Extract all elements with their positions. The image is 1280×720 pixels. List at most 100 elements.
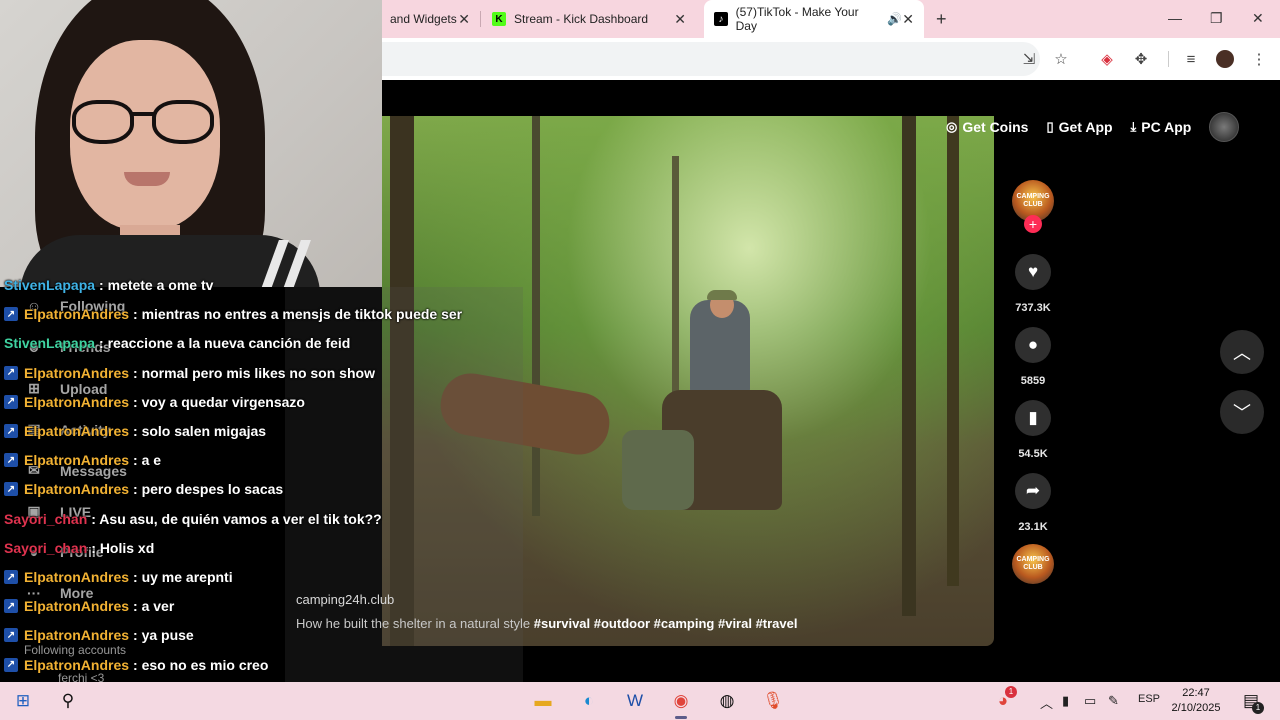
like-button[interactable]: ♥ [1015, 254, 1051, 290]
chat-badge-icon: ↗ [4, 394, 18, 409]
microphone-icon[interactable]: 🎙 [758, 686, 788, 716]
chat-username[interactable]: Sayori_chan [4, 540, 87, 556]
tab-label: and Widgets [390, 12, 457, 26]
word-icon[interactable]: W [620, 686, 650, 716]
language-indicator[interactable]: ESP [1138, 693, 1160, 705]
follow-plus-icon[interactable]: + [1024, 215, 1042, 233]
chat-username[interactable]: StivenLapapa [4, 335, 95, 351]
chat-username[interactable]: ElpatronAndres [24, 306, 129, 322]
close-tab-icon[interactable]: ✕ [458, 11, 470, 28]
tab-widgets[interactable]: and Widgets ✕ [380, 0, 480, 38]
chat-text: : Asu asu, de quién vamos a ver el tik t… [91, 510, 382, 527]
chat-username[interactable]: ElpatronAndres [24, 423, 129, 439]
system-clock[interactable]: 22:47 2/10/2025 [1168, 686, 1224, 716]
comment-button[interactable]: ● [1015, 327, 1051, 363]
tree-trunk [947, 116, 959, 586]
man-hat [707, 290, 737, 300]
media-controls-icon[interactable]: ≡ [1182, 50, 1200, 68]
file-explorer-icon[interactable]: ▬ [528, 686, 558, 716]
chat-username[interactable]: ElpatronAndres [24, 365, 129, 381]
chat-username[interactable]: ElpatronAndres [24, 657, 129, 673]
edge-icon[interactable]: ◐ [574, 686, 604, 716]
close-tab-icon[interactable]: ✕ [674, 11, 686, 28]
pc-app-button[interactable]: ⤓ PC App [1131, 119, 1192, 135]
bookmark-icon: ▮ [1028, 408, 1038, 427]
pen-icon[interactable]: ✎ [1108, 693, 1119, 709]
music-disc-text: CAMPING CLUB [1016, 556, 1050, 571]
chat-badge-icon: ↗ [4, 365, 18, 380]
video-hashtags[interactable]: #survival #outdoor #camping #viral #trav… [534, 616, 798, 631]
tree-trunk [532, 116, 540, 516]
comment-bubble-icon: ● [1027, 335, 1039, 354]
save-count: 54.5K [1018, 448, 1048, 460]
next-video-button[interactable]: ﹀ [1220, 390, 1264, 434]
chat-text: : a ver [133, 598, 175, 615]
like-count: 737.3K [1015, 302, 1051, 314]
share-count: 23.1K [1018, 521, 1048, 533]
chat-username[interactable]: ElpatronAndres [24, 394, 129, 410]
chat-text: : uy me arepnti [133, 569, 233, 585]
chat-username[interactable]: StivenLapapa [4, 277, 95, 293]
following-accounts-heading: Following accounts [24, 643, 127, 657]
new-tab-button[interactable]: + [936, 9, 947, 30]
chat-message: ↗ ElpatronAndres: voy a quedar virgensazo [4, 394, 305, 410]
heart-icon: ♥ [1027, 262, 1039, 281]
music-disc[interactable]: CAMPING CLUB [1012, 544, 1054, 584]
chat-text: : metete a ome tv [99, 277, 214, 293]
chat-username[interactable]: ElpatronAndres [24, 598, 129, 614]
close-window-button[interactable]: ✕ [1252, 10, 1264, 27]
notification-count: 1 [1252, 702, 1264, 714]
chat-message: ↗ ElpatronAndres: ya puse [4, 627, 194, 643]
previous-video-button[interactable]: ︿ [1220, 330, 1264, 374]
extension-shield-icon[interactable]: ◈ [1098, 50, 1116, 68]
search-icon[interactable]: ⚲ [53, 686, 83, 716]
user-avatar[interactable] [1209, 112, 1240, 142]
menu-kebab-icon[interactable]: ⋮ [1250, 50, 1268, 68]
tab-label: (57)TikTok - Make Your Day [735, 5, 859, 33]
chat-username[interactable]: ElpatronAndres [24, 452, 129, 468]
chat-message: ↗ ElpatronAndres: normal pero mis likes n… [4, 365, 375, 381]
chrome-icon[interactable]: ◉ [666, 686, 696, 719]
backpack [622, 430, 694, 510]
browser-toolbar: ⇲ ☆ ◈ ✥ ≡ ⋮ [380, 38, 1280, 80]
chat-text: : Holis xd [91, 539, 155, 556]
tab-kick-dashboard[interactable]: K Stream - Kick Dashboard ✕ [482, 0, 696, 38]
usb-drive-icon[interactable]: ▮ [1062, 693, 1069, 709]
obs-icon[interactable]: ◍ [712, 686, 742, 716]
video-author[interactable]: camping24h.club [296, 592, 394, 607]
share-button[interactable]: ➦ [1015, 473, 1051, 509]
profile-avatar-icon[interactable] [1216, 50, 1234, 68]
chat-username[interactable]: ElpatronAndres [24, 627, 129, 643]
chat-username[interactable]: ElpatronAndres [24, 569, 129, 585]
speaker-icon[interactable]: 🔊 [887, 12, 902, 26]
download-icon: ⤓ [1130, 119, 1137, 134]
glasses-bridge [132, 112, 154, 116]
chat-text: : a e [133, 452, 162, 469]
windows-taskbar: ⊞ ⚲ ▬ ◐ W ◉ ◍ 🎙 ◕ 1 ︿ ▮ ▭ ✎ ESP 22:47 2/… [0, 682, 1280, 720]
extensions-puzzle-icon[interactable]: ✥ [1132, 50, 1150, 68]
restore-button[interactable]: ❐ [1210, 10, 1223, 27]
chevron-up-icon: ︿ [1233, 343, 1251, 363]
webcam-mouth [124, 172, 170, 186]
address-bar[interactable] [380, 42, 1040, 76]
chat-text: : reaccione a la nueva canción de feid [99, 335, 351, 352]
get-coins-button[interactable]: ◎ Get Coins [946, 119, 1028, 135]
get-app-button[interactable]: ▯ Get App [1046, 119, 1112, 135]
show-hidden-icons-chevron-icon[interactable]: ︿ [1040, 693, 1053, 712]
close-tab-icon[interactable]: ✕ [902, 11, 914, 28]
install-app-icon[interactable]: ⇲ [1020, 50, 1038, 68]
chat-message: Sayori_chan: Holis xd [4, 540, 154, 556]
chat-badge-icon: ↗ [4, 307, 18, 322]
clock-date: 2/10/2025 [1171, 702, 1221, 714]
chat-username[interactable]: Sayori_chan [4, 511, 87, 527]
bookmark-star-icon[interactable]: ☆ [1052, 50, 1070, 68]
network-icon[interactable]: ▭ [1084, 693, 1096, 709]
minimize-button[interactable]: — [1168, 10, 1182, 26]
glasses-right-lens [152, 100, 214, 144]
chat-username[interactable]: ElpatronAndres [24, 481, 129, 497]
chat-message: ↗ ElpatronAndres: pero despes lo sacas [4, 481, 283, 497]
save-button[interactable]: ▮ [1015, 400, 1051, 436]
chat-message: Sayori_chan: Asu asu, de quién vamos a v… [4, 511, 382, 527]
start-windows-icon[interactable]: ⊞ [8, 686, 38, 716]
tab-tiktok[interactable]: ♪ (57)TikTok - Make Your Day 🔊 ✕ [704, 0, 924, 38]
